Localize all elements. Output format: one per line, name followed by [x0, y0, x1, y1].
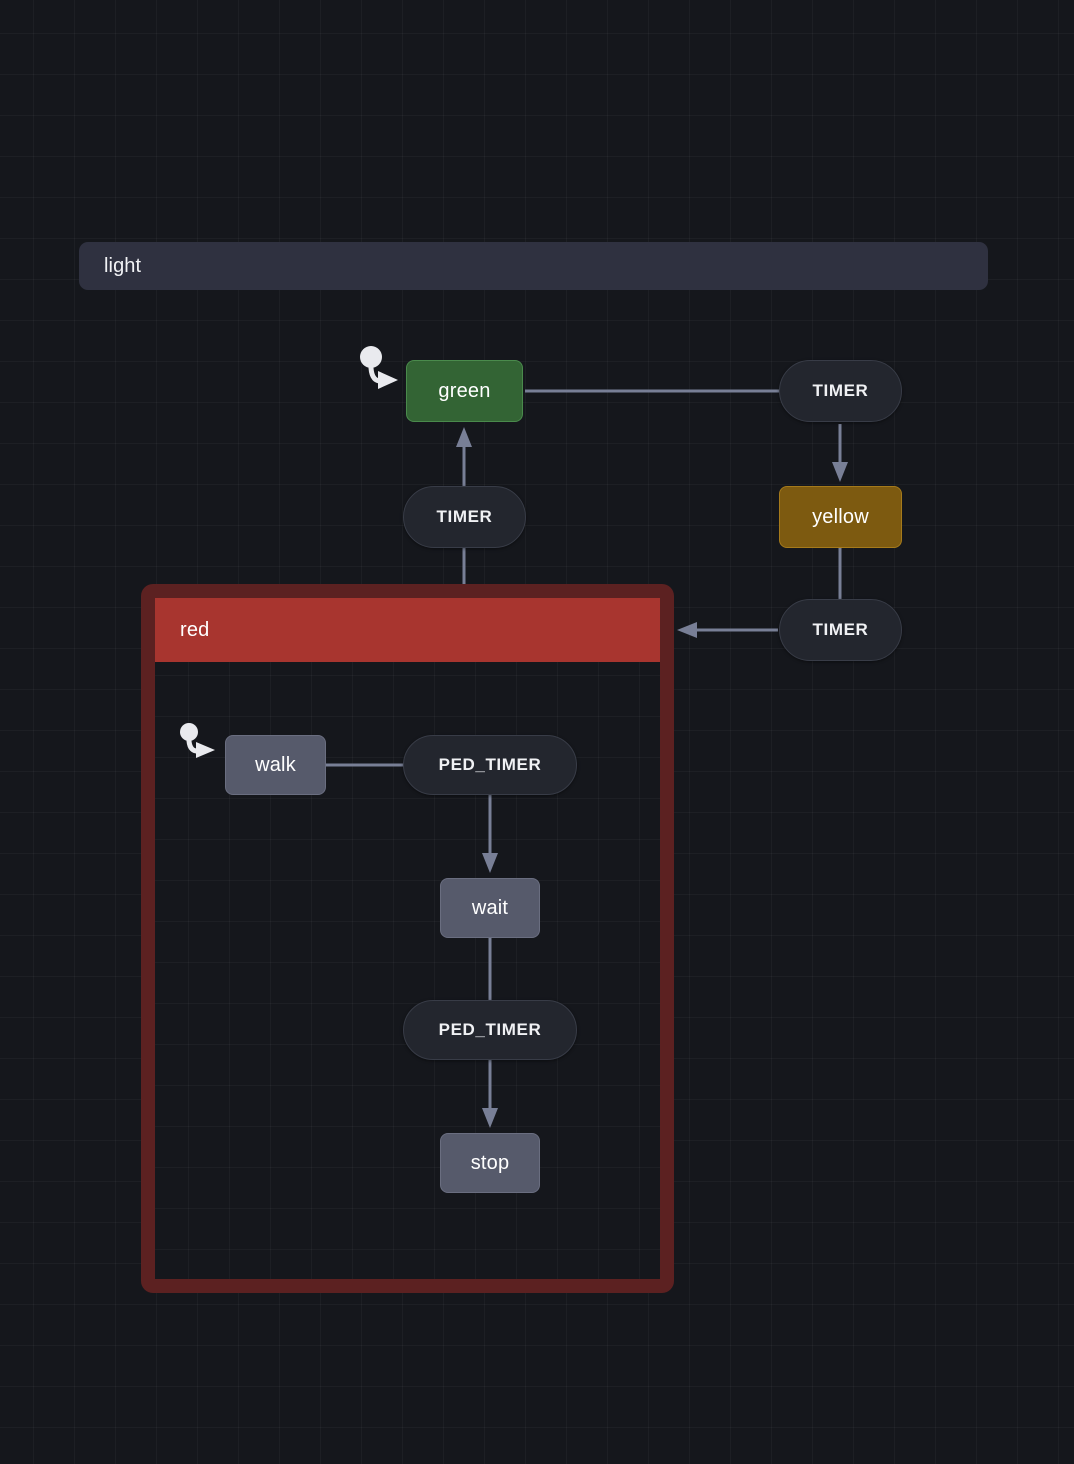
- state-node-stop[interactable]: stop: [440, 1133, 540, 1193]
- event-node-timer-green-to-yellow-label: TIMER: [812, 381, 869, 400]
- initial-state-marker-green-dot: [360, 346, 382, 368]
- edge-timer-to-green-arrowhead: [456, 427, 472, 447]
- state-node-green-label: green: [438, 379, 491, 402]
- state-node-wait[interactable]: wait: [440, 878, 540, 938]
- event-node-ped-timer-wait-to-stop[interactable]: PED_TIMER: [403, 1000, 577, 1060]
- event-node-ped-timer-walk-to-wait[interactable]: PED_TIMER: [403, 735, 577, 795]
- edge-timer-to-red-arrowhead: [677, 622, 697, 638]
- state-node-stop-label: stop: [470, 1151, 510, 1174]
- state-machine-canvas[interactable]: light red green TIMER yellow TIMER TIMER…: [0, 0, 1074, 1464]
- state-node-green[interactable]: green: [406, 360, 523, 422]
- event-node-ped-timer-walk-to-wait-label: PED_TIMER: [438, 755, 542, 774]
- state-node-wait-label: wait: [471, 896, 509, 919]
- compound-state-red[interactable]: red: [141, 584, 674, 1293]
- edge-timer-to-yellow-arrowhead: [832, 462, 848, 482]
- initial-state-marker-green-arrowhead: [378, 371, 398, 389]
- event-node-timer-red-to-green-label: TIMER: [436, 507, 493, 526]
- state-node-yellow-label: yellow: [812, 505, 869, 528]
- state-node-yellow[interactable]: yellow: [779, 486, 902, 548]
- initial-state-marker-green-tail: [368, 365, 385, 384]
- machine-title-bar[interactable]: light: [79, 242, 988, 290]
- event-node-ped-timer-wait-to-stop-label: PED_TIMER: [438, 1020, 542, 1039]
- state-node-walk[interactable]: walk: [225, 735, 326, 795]
- event-node-timer-red-to-green[interactable]: TIMER: [403, 486, 526, 548]
- machine-title-label: light: [104, 254, 142, 277]
- state-node-walk-label: walk: [255, 753, 296, 776]
- compound-state-red-header[interactable]: red: [155, 598, 660, 662]
- event-node-timer-yellow-to-red-label: TIMER: [812, 620, 869, 639]
- event-node-timer-yellow-to-red[interactable]: TIMER: [779, 599, 902, 661]
- event-node-timer-green-to-yellow[interactable]: TIMER: [779, 360, 902, 422]
- compound-state-red-label: red: [180, 618, 210, 641]
